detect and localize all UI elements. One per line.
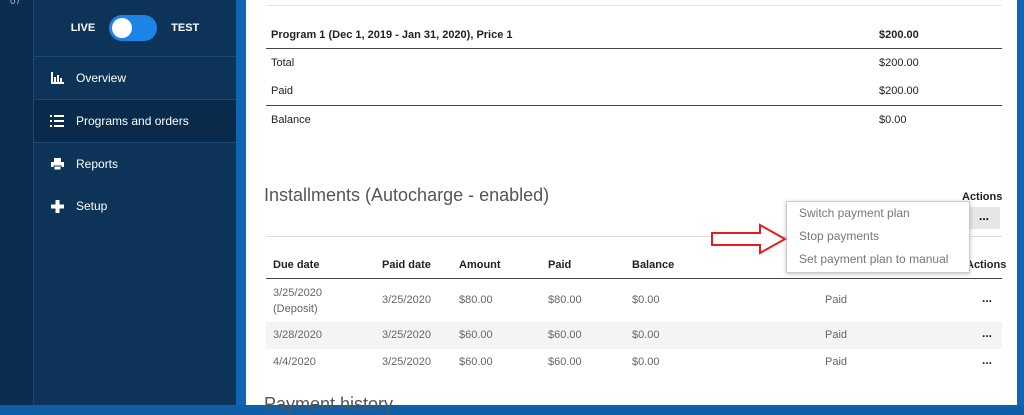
sidebar-item-reports[interactable]: Reports	[34, 143, 236, 185]
actions-dropdown-menu: Switch payment plan Stop payments Set pa…	[786, 201, 970, 273]
row-actions-button[interactable]: ...	[982, 291, 992, 305]
sidebar-item-overview[interactable]: Overview	[34, 57, 236, 100]
paid-cell: $80.00	[548, 294, 582, 306]
row-actions-button[interactable]: ...	[982, 326, 992, 340]
mode-toggle-row: LIVE TEST	[34, 0, 236, 57]
sidebar-item-label: Setup	[76, 199, 108, 213]
sidebar: LIVE TEST Overview Programs and orders R…	[34, 0, 236, 405]
live-label: LIVE	[70, 22, 96, 34]
printer-icon	[50, 157, 64, 171]
menu-item-switch-payment-plan[interactable]: Switch payment plan	[787, 202, 969, 225]
sidebar-item-setup[interactable]: Setup	[34, 185, 236, 227]
content-frame-right	[1017, 0, 1024, 405]
live-test-switch[interactable]	[109, 15, 158, 41]
due-date-cell: 3/28/2020	[273, 329, 322, 341]
balance-cell: $0.00	[632, 329, 660, 341]
chart-icon	[50, 71, 64, 85]
actions-menu-button[interactable]: ...	[968, 207, 1000, 229]
summary-value: $200.00	[879, 85, 919, 97]
red-arrow-icon	[711, 223, 788, 255]
sidebar-item-label: Overview	[76, 71, 127, 85]
paid-cell: $60.00	[548, 329, 582, 341]
balance-cell: $0.00	[632, 356, 660, 368]
switch-knob[interactable]	[112, 18, 133, 38]
content-frame-left	[236, 0, 246, 405]
main-panel: Program 1 (Dec 1, 2019 - Jan 31, 2020), …	[246, 0, 1017, 414]
summary-row-total: Total $200.00	[266, 49, 1002, 77]
plus-icon	[50, 199, 64, 213]
paid-date-cell: 3/25/2020	[382, 356, 431, 368]
column-header: Actions	[966, 259, 1007, 271]
sidebar-item-label: Reports	[76, 157, 119, 171]
summary-value: $0.00	[879, 114, 907, 126]
column-header: Amount	[459, 259, 501, 271]
amount-cell: $60.00	[459, 356, 493, 368]
paid-cell: $60.00	[548, 356, 582, 368]
list-icon	[50, 114, 64, 128]
balance-cell: $0.00	[632, 294, 660, 306]
due-date-cell: 4/4/2020	[273, 356, 316, 368]
status-cell: Paid	[825, 356, 848, 368]
column-header: Paid date	[382, 259, 431, 271]
due-date-cell: 3/25/2020 (Deposit)	[273, 287, 322, 315]
status-cell: Paid	[825, 294, 848, 306]
header-divider	[266, 278, 1002, 279]
summary-value: $200.00	[879, 57, 919, 69]
sidebar-item-label: Programs and orders	[76, 114, 189, 128]
column-header: Paid	[548, 259, 572, 271]
status-cell: Paid	[825, 329, 848, 341]
summary-label: Paid	[271, 85, 294, 97]
paid-date-cell: 3/25/2020	[382, 294, 431, 306]
summary-label: Balance	[271, 114, 311, 126]
menu-item-stop-payments[interactable]: Stop payments	[787, 225, 969, 248]
summary-label: Total	[271, 57, 295, 69]
test-label: TEST	[171, 22, 200, 34]
summary-row-balance: Balance $0.00	[266, 106, 1002, 134]
program-title: Program 1 (Dec 1, 2019 - Jan 31, 2020), …	[271, 29, 513, 41]
program-amount: $200.00	[879, 29, 919, 41]
amount-cell: $80.00	[459, 294, 493, 306]
program-summary-header: Program 1 (Dec 1, 2019 - Jan 31, 2020), …	[266, 22, 1002, 49]
top-divider	[266, 5, 1002, 6]
paid-date-cell: 3/25/2020	[382, 329, 431, 341]
strip-number: 07	[10, 0, 22, 7]
column-header: Due date	[273, 259, 320, 271]
left-strip: 07	[0, 0, 34, 405]
menu-item-set-payment-plan-manual[interactable]: Set payment plan to manual	[787, 248, 969, 271]
amount-cell: $60.00	[459, 329, 493, 341]
sidebar-item-programs-and-orders[interactable]: Programs and orders	[34, 100, 236, 143]
installments-title: Installments (Autocharge - enabled)	[264, 185, 550, 205]
row-actions-button[interactable]: ...	[982, 353, 992, 367]
column-header: Balance	[632, 259, 675, 271]
table-row: 4/4/2020 3/25/2020 $60.00 $60.00 $0.00 P…	[266, 349, 1002, 376]
table-row: 3/28/2020 3/25/2020 $60.00 $60.00 $0.00 …	[266, 322, 1002, 349]
summary-row-paid: Paid $200.00	[266, 77, 1002, 106]
table-row: 3/25/2020 (Deposit) 3/25/2020 $80.00 $80.…	[266, 280, 1002, 322]
